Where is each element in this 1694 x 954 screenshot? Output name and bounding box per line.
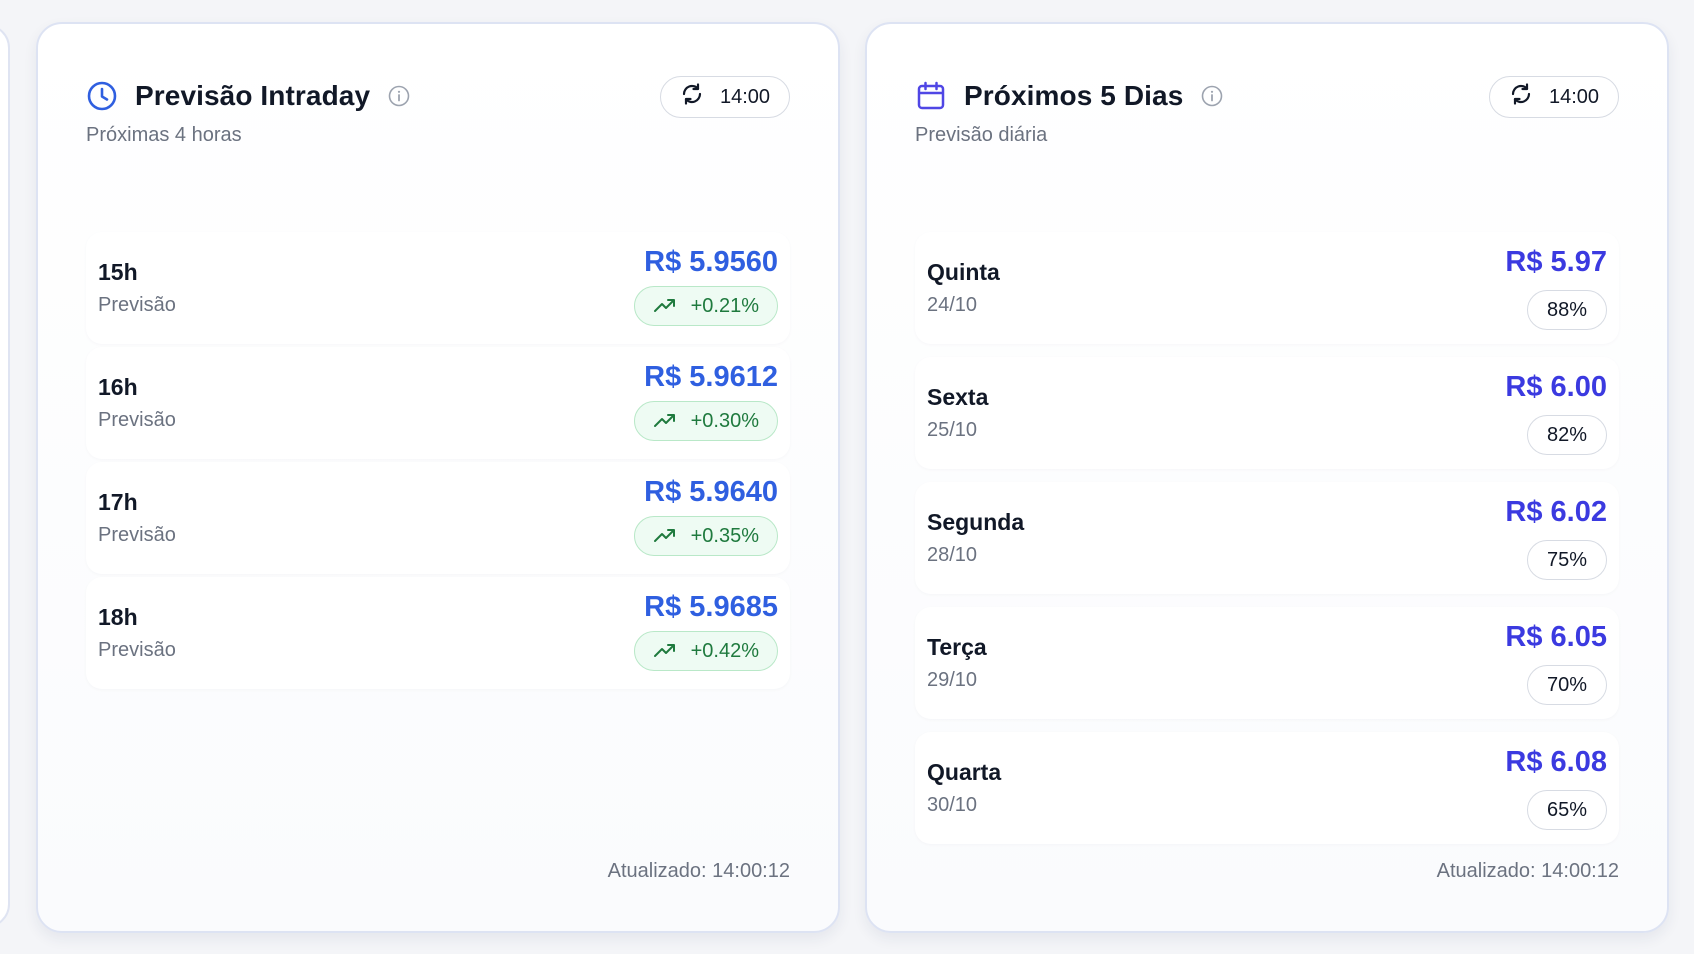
- confidence-badge: 88%: [1527, 290, 1607, 330]
- forecast-price: R$ 6.00: [1505, 371, 1607, 403]
- change-badge: +0.30%: [633, 401, 778, 441]
- clock-icon: [86, 80, 118, 112]
- forecast-price: R$ 5.9612: [644, 361, 778, 393]
- forecast-row: 15h Previsão R$ 5.9560 +0.21%: [86, 232, 790, 344]
- forecast-price: R$ 6.08: [1505, 746, 1607, 778]
- daily-header: Próximos 5 Dias Previsão diária 14:00: [915, 76, 1619, 166]
- hour-label: 15h: [98, 259, 138, 285]
- info-icon[interactable]: [388, 85, 410, 107]
- forecast-price: R$ 6.02: [1505, 496, 1607, 528]
- hour-label: 17h: [98, 489, 138, 515]
- day-row: Quarta 30/10 R$ 6.08 65%: [915, 732, 1619, 844]
- intraday-forecast-card: Previsão Intraday Próximas 4 horas 14:00…: [36, 22, 840, 933]
- day-label: Quarta: [927, 759, 1002, 785]
- day-label: Segunda: [927, 509, 1025, 535]
- date-label: 29/10: [927, 669, 978, 691]
- row-subtitle: Previsão: [98, 294, 176, 316]
- row-subtitle: Previsão: [98, 524, 176, 546]
- day-row: Terça 29/10 R$ 6.05 70%: [915, 607, 1619, 719]
- day-row: Quinta 24/10 R$ 5.97 88%: [915, 232, 1619, 344]
- row-subtitle: Previsão: [98, 409, 176, 431]
- intraday-time-label: 14:00: [719, 85, 771, 108]
- forecast-price: R$ 5.97: [1505, 246, 1607, 278]
- intraday-subtitle: Próximas 4 horas: [86, 124, 242, 146]
- row-subtitle: Previsão: [98, 639, 176, 661]
- refresh-icon: [680, 82, 704, 112]
- forecast-price: R$ 5.9640: [644, 476, 778, 508]
- info-icon[interactable]: [1201, 85, 1223, 107]
- trending-up-icon: [653, 644, 675, 657]
- forecast-price: R$ 6.05: [1505, 621, 1607, 653]
- day-row: Sexta 25/10 R$ 6.00 82%: [915, 357, 1619, 469]
- forecast-price: R$ 5.9560: [644, 246, 778, 278]
- daily-refresh-button[interactable]: 14:00: [1489, 76, 1619, 118]
- forecast-row: 17h Previsão R$ 5.9640 +0.35%: [86, 462, 790, 574]
- day-row: Segunda 28/10 R$ 6.02 75%: [915, 482, 1619, 594]
- change-value: +0.35%: [690, 524, 759, 547]
- trending-up-icon: [653, 414, 675, 427]
- calendar-icon: [915, 80, 947, 112]
- change-badge: +0.21%: [633, 286, 778, 326]
- intraday-header: Previsão Intraday Próximas 4 horas 14:00: [86, 76, 790, 166]
- confidence-badge: 70%: [1527, 665, 1607, 705]
- confidence-badge: 65%: [1527, 790, 1607, 830]
- trending-up-icon: [653, 299, 675, 312]
- partial-card-edge: [0, 24, 10, 928]
- daily-forecast-card: Próximos 5 Dias Previsão diária 14:00 Qu…: [865, 22, 1669, 933]
- date-label: 28/10: [927, 544, 978, 566]
- hour-label: 18h: [98, 604, 138, 630]
- forecast-price: R$ 5.9685: [644, 591, 778, 623]
- last-updated-label: Atualizado: 14:00:12: [1436, 860, 1619, 882]
- change-value: +0.30%: [690, 409, 759, 432]
- confidence-badge: 82%: [1527, 415, 1607, 455]
- refresh-icon: [1509, 82, 1533, 112]
- hour-label: 16h: [98, 374, 138, 400]
- change-badge: +0.35%: [633, 516, 778, 556]
- daily-title: Próximos 5 Dias: [964, 80, 1184, 111]
- date-label: 24/10: [927, 294, 978, 316]
- intraday-title: Previsão Intraday: [135, 80, 371, 111]
- day-label: Quinta: [927, 259, 1000, 285]
- last-updated-label: Atualizado: 14:00:12: [607, 860, 790, 882]
- trending-up-icon: [653, 529, 675, 542]
- date-label: 25/10: [927, 419, 978, 441]
- forecast-row: 18h Previsão R$ 5.9685 +0.42%: [86, 577, 790, 689]
- change-value: +0.21%: [690, 294, 759, 317]
- confidence-badge: 75%: [1527, 540, 1607, 580]
- date-label: 30/10: [927, 794, 978, 816]
- intraday-refresh-button[interactable]: 14:00: [660, 76, 790, 118]
- change-value: +0.42%: [690, 639, 759, 662]
- day-label: Sexta: [927, 384, 989, 410]
- day-label: Terça: [927, 634, 987, 660]
- change-badge: +0.42%: [633, 631, 778, 671]
- forecast-row: 16h Previsão R$ 5.9612 +0.30%: [86, 347, 790, 459]
- daily-time-label: 14:00: [1548, 85, 1600, 108]
- daily-subtitle: Previsão diária: [915, 124, 1048, 146]
